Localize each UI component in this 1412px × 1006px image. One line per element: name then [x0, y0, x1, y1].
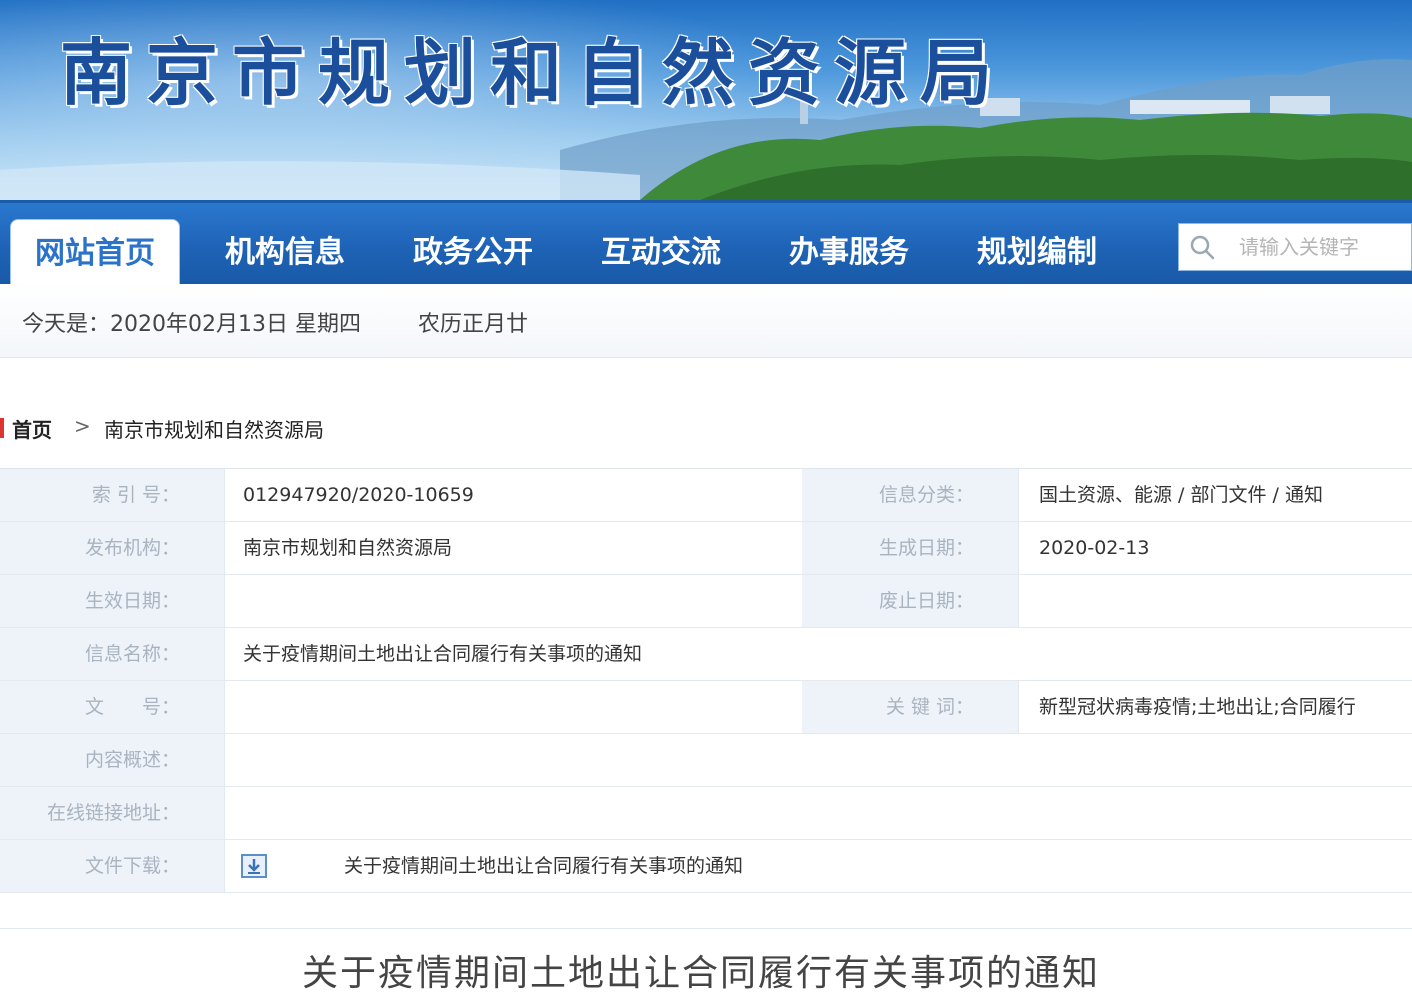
online-link-label: 在线链接地址： [0, 787, 224, 839]
main-nav: 网站首页 机构信息 政务公开 互动交流 办事服务 规划编制 [0, 200, 1412, 287]
download-label: 文件下载： [0, 840, 224, 892]
table-row: 内容概述： [0, 734, 1412, 787]
nav-item-government-affairs[interactable]: 政务公开 [388, 219, 558, 287]
summary-label: 内容概述： [0, 734, 224, 786]
nav-item-planning[interactable]: 规划编制 [952, 219, 1122, 287]
effective-date-value [224, 575, 802, 627]
table-row: 发布机构： 南京市规划和自然资源局 生成日期： 2020-02-13 [0, 522, 1412, 575]
category-value: 国土资源、能源 / 部门文件 / 通知 [1018, 469, 1412, 521]
search-box [1178, 223, 1412, 271]
site-title: 南京市规划和自然资源局 [60, 30, 1007, 115]
date-bar: 今天是：2020年02月13日 星期四 农历正月廿 [0, 284, 1412, 358]
publisher-value: 南京市规划和自然资源局 [224, 522, 802, 574]
nav-item-interaction[interactable]: 互动交流 [576, 219, 746, 287]
table-row: 文 号： 关 键 词： 新型冠状病毒疫情;土地出让;合同履行 [0, 681, 1412, 734]
expiry-date-label: 废止日期： [802, 575, 1018, 627]
site-banner: 南京市规划和自然资源局 [0, 0, 1412, 200]
search-icon[interactable] [1189, 234, 1215, 260]
generated-date-label: 生成日期： [802, 522, 1018, 574]
nav-item-home[interactable]: 网站首页 [10, 219, 180, 287]
lunar-date: 农历正月廿 [418, 312, 529, 337]
document-metadata-table: 索 引 号： 012947920/2020-10659 信息分类： 国土资源、能… [0, 468, 1412, 893]
nav-item-organization[interactable]: 机构信息 [200, 219, 370, 287]
download-icon[interactable] [240, 853, 268, 879]
publisher-label: 发布机构： [0, 522, 224, 574]
breadcrumb-marker [0, 418, 4, 438]
doc-no-label: 文 号： [0, 681, 224, 733]
table-row: 文件下载： 关于疫情期间土地出让合同履行有关事项的通知 [0, 840, 1412, 893]
table-row: 信息名称： 关于疫情期间土地出让合同履行有关事项的通知 [0, 628, 1412, 681]
info-name-label: 信息名称： [0, 628, 224, 680]
article-divider [0, 928, 1412, 929]
online-link-value[interactable] [224, 787, 1412, 839]
today-date: 今天是：2020年02月13日 星期四 [22, 312, 361, 337]
download-file-link[interactable]: 关于疫情期间土地出让合同履行有关事项的通知 [344, 840, 743, 892]
generated-date-value: 2020-02-13 [1018, 522, 1412, 574]
breadcrumb-home-link[interactable]: 首页 [12, 414, 52, 443]
expiry-date-value [1018, 575, 1412, 627]
keywords-label: 关 键 词： [802, 681, 1018, 733]
keywords-value: 新型冠状病毒疫情;土地出让;合同履行 [1018, 681, 1412, 733]
summary-value [224, 734, 1412, 786]
effective-date-label: 生效日期： [0, 575, 224, 627]
table-row: 生效日期： 废止日期： [0, 575, 1412, 628]
info-name-value: 关于疫情期间土地出让合同履行有关事项的通知 [224, 628, 1412, 680]
table-row: 在线链接地址： [0, 787, 1412, 840]
doc-no-value [224, 681, 802, 733]
index-no-label: 索 引 号： [0, 469, 224, 521]
nav-item-services[interactable]: 办事服务 [764, 219, 934, 287]
table-row: 索 引 号： 012947920/2020-10659 信息分类： 国土资源、能… [0, 469, 1412, 522]
search-input[interactable] [1239, 232, 1409, 262]
breadcrumb-current-link[interactable]: 南京市规划和自然资源局 [104, 414, 324, 443]
article-title: 关于疫情期间土地出让合同履行有关事项的通知 [301, 953, 1100, 994]
breadcrumb-separator: > [74, 414, 91, 438]
category-label: 信息分类： [802, 469, 1018, 521]
index-no-value: 012947920/2020-10659 [224, 469, 802, 521]
